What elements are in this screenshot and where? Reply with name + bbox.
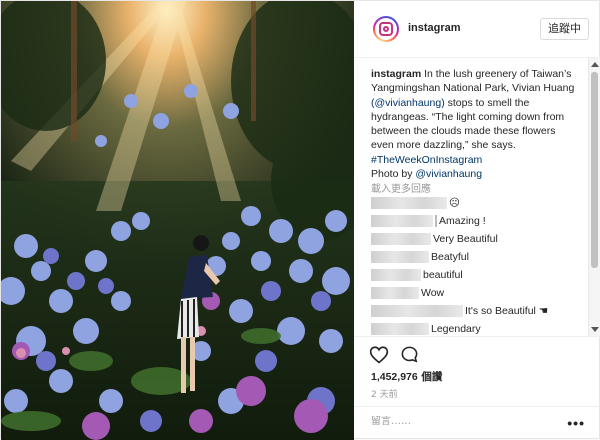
redacted-username[interactable] xyxy=(371,323,429,336)
add-comment-bar: ••• xyxy=(354,406,600,440)
comment-text: Wow xyxy=(421,287,445,299)
redacted-username[interactable] xyxy=(371,269,421,282)
comment-item: It's so Beautiful ☚ xyxy=(371,304,548,318)
avatar-inner xyxy=(375,18,397,40)
post-timestamp[interactable]: 2 天前 xyxy=(371,387,398,400)
avatar[interactable] xyxy=(373,16,399,42)
redacted-username[interactable] xyxy=(371,305,463,318)
caption-line-4: hydrangeas. “The light coming down from xyxy=(371,110,565,123)
comment-item: Legendary xyxy=(371,322,481,336)
comment-text: Very Beautiful xyxy=(433,233,498,245)
caption-line-3: stops to smell the xyxy=(447,96,530,109)
post-actions: 1,452,976 個讚 2 天前 xyxy=(354,336,600,406)
caption-line-6: even more dazzling,” she says. xyxy=(371,139,516,152)
likes-number: 1,452,976 xyxy=(371,371,418,383)
post-header: instagram 追蹤中 xyxy=(354,1,600,58)
caption-hashtag-link[interactable]: #TheWeekOnInstagram xyxy=(371,153,583,167)
comment-text: Amazing ! xyxy=(439,215,486,227)
redacted-username[interactable] xyxy=(371,251,429,264)
redacted-username[interactable] xyxy=(371,287,419,300)
add-comment-input[interactable] xyxy=(371,416,561,427)
redacted-username[interactable] xyxy=(371,197,447,210)
caption-photo-by: Photo by xyxy=(371,168,416,181)
hydrangea-photo-image xyxy=(1,1,354,440)
redacted-username[interactable] xyxy=(371,215,433,228)
comment-bubble-icon[interactable] xyxy=(400,345,419,367)
redacted-username[interactable] xyxy=(371,233,431,246)
following-button[interactable]: 追蹤中 xyxy=(540,18,589,40)
comment-item: Amazing ! xyxy=(371,214,486,228)
comment-item: beautiful xyxy=(371,268,463,282)
caption-line-5: between the clouds made these flowers xyxy=(371,125,556,138)
comment-text: Beatyful xyxy=(431,251,469,263)
scroll-down-arrow-icon[interactable] xyxy=(591,327,599,332)
post-sidebar: instagram 追蹤中 instagram In the lush gree… xyxy=(354,1,600,440)
heart-icon[interactable] xyxy=(369,345,389,367)
post-photo[interactable] xyxy=(1,1,354,440)
caption-photographer-link[interactable]: @vivianhaung xyxy=(415,168,482,180)
instagram-logo-icon xyxy=(379,22,393,36)
load-more-comments-link[interactable]: 載入更多回應 xyxy=(371,180,431,195)
comments-panel: instagram In the lush greenery of Taiwan… xyxy=(354,58,600,336)
likes-count[interactable]: 1,452,976 個讚 xyxy=(371,369,442,384)
comment-text: beautiful xyxy=(423,269,463,281)
more-options-icon[interactable]: ••• xyxy=(567,415,585,431)
comment-item: Beatyful xyxy=(371,250,469,264)
scroll-thumb[interactable] xyxy=(591,72,598,268)
instagram-post: instagram 追蹤中 instagram In the lush gree… xyxy=(0,0,600,440)
caption-author[interactable]: instagram xyxy=(371,68,421,80)
post-author-username[interactable]: instagram xyxy=(408,22,461,34)
comment-item: Very Beautiful xyxy=(371,232,498,246)
caption-mention-link[interactable]: (@vivianhaung) xyxy=(371,97,445,109)
comment-item: Wow xyxy=(371,286,444,300)
likes-unit: 個讚 xyxy=(417,371,443,383)
comment-item: ☹ xyxy=(371,196,460,210)
comments-scrollbar[interactable] xyxy=(588,58,600,336)
comment-text: ☹ xyxy=(449,197,460,209)
caption-line-2: Yangmingshan National Park, Vivian Huang xyxy=(371,82,575,95)
post-caption: instagram In the lush greenery of Taiwan… xyxy=(371,67,583,181)
comment-text: Legendary xyxy=(431,323,481,335)
caption-line-1: In the lush greenery of Taiwan’s xyxy=(421,68,572,80)
comment-text: It's so Beautiful ☚ xyxy=(465,305,549,317)
scroll-up-arrow-icon[interactable] xyxy=(591,62,599,67)
redacted-separator xyxy=(435,215,437,228)
